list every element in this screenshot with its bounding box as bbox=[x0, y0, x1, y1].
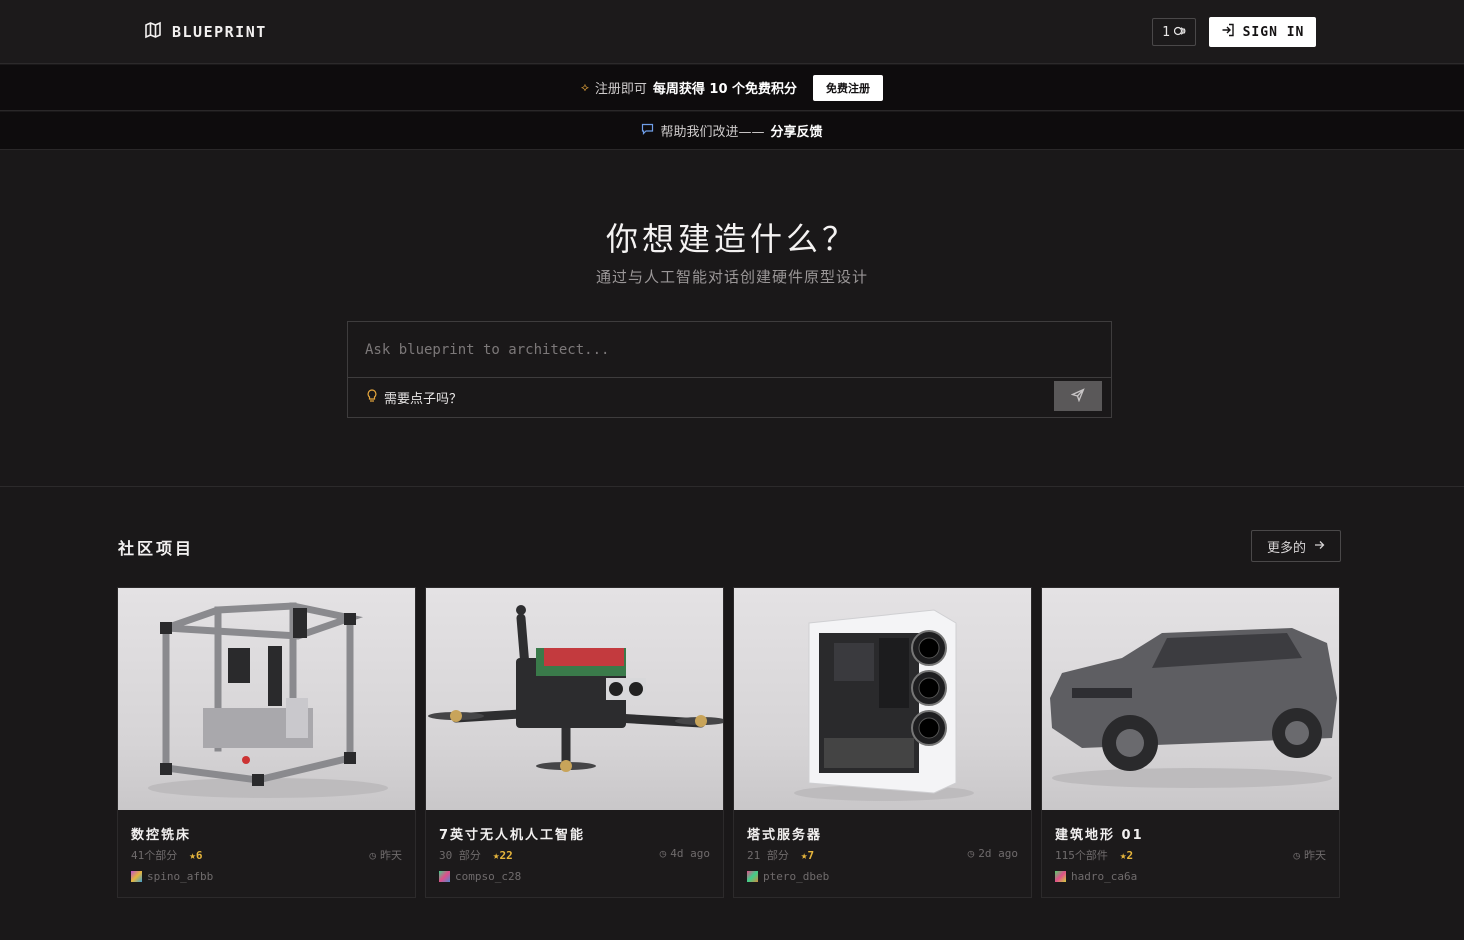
star-count: 6 bbox=[195, 848, 203, 862]
parts-count: 41个部分 bbox=[131, 849, 178, 862]
map-icon bbox=[144, 21, 162, 43]
clock-icon: ◷ bbox=[1293, 848, 1300, 862]
time-text: 昨天 bbox=[1304, 849, 1326, 862]
project-thumbnail bbox=[118, 588, 415, 810]
feedback-text: 帮助我们改进—— bbox=[660, 125, 765, 140]
star-count: 7 bbox=[807, 848, 815, 862]
project-card[interactable]: 建筑地形 01 115个部件 ★2 ◷ 昨天 hadro_ca6a bbox=[1041, 587, 1340, 898]
star-count: 2 bbox=[1126, 848, 1134, 862]
card-meta: 30 部分 ★22 bbox=[439, 847, 513, 863]
card-time: ◷ 4d ago bbox=[660, 847, 710, 860]
project-thumbnail bbox=[734, 588, 1031, 810]
hero-subtitle: 通过与人工智能对话创建硬件原型设计 bbox=[595, 268, 868, 286]
project-card[interactable]: 7英寸无人机人工智能 30 部分 ★22 ◷ 4d ago compso_c28 bbox=[425, 587, 724, 898]
card-title: 塔式服务器 bbox=[747, 828, 823, 843]
sparkle-icon: ⟡ bbox=[580, 80, 589, 94]
parts-count: 115个部件 bbox=[1055, 849, 1108, 862]
avatar bbox=[747, 871, 758, 882]
sign-in-label: SIGN IN bbox=[1242, 24, 1305, 40]
parts-count: 30 部分 bbox=[439, 849, 481, 862]
card-author[interactable]: ptero_dbeb bbox=[747, 870, 829, 883]
star-rating: ★2 bbox=[1119, 848, 1134, 862]
message-icon bbox=[641, 123, 654, 139]
project-thumbnail bbox=[426, 588, 723, 810]
clock-icon: ◷ bbox=[369, 848, 376, 862]
card-title: 7英寸无人机人工智能 bbox=[439, 828, 586, 843]
credits-badge[interactable]: 1 bbox=[1152, 18, 1196, 46]
free-signup-button[interactable]: 免费注册 bbox=[813, 74, 884, 101]
top-navbar: BLUEPRINT 1 SIGN IN bbox=[0, 0, 1464, 64]
card-time: ◷ 2d ago bbox=[968, 847, 1018, 860]
author-name: ptero_dbeb bbox=[763, 870, 830, 883]
star-rating: ★6 bbox=[189, 848, 203, 862]
section-divider bbox=[0, 486, 1464, 487]
time-text: 4d ago bbox=[670, 847, 710, 860]
credits-count: 1 bbox=[1162, 24, 1170, 40]
author-name: compso_c28 bbox=[455, 870, 522, 883]
brand-logo[interactable]: BLUEPRINT bbox=[144, 20, 267, 44]
author-name: hadro_ca6a bbox=[1071, 870, 1138, 883]
promo-text: 注册即可 bbox=[594, 82, 647, 97]
card-author[interactable]: hadro_ca6a bbox=[1055, 870, 1137, 883]
more-projects-button[interactable]: 更多的 bbox=[1251, 530, 1341, 562]
sign-in-icon bbox=[1221, 23, 1235, 41]
clock-icon: ◷ bbox=[967, 847, 975, 860]
card-author[interactable]: spino_afbb bbox=[131, 870, 213, 883]
card-meta: 115个部件 ★2 bbox=[1055, 847, 1133, 863]
card-author[interactable]: compso_c28 bbox=[439, 870, 521, 883]
lightbulb-icon bbox=[366, 388, 378, 407]
avatar bbox=[131, 871, 142, 882]
author-name: spino_afbb bbox=[147, 870, 214, 883]
feedback-banner: 帮助我们改进—— 分享反馈 bbox=[0, 112, 1464, 150]
more-label: 更多的 bbox=[1266, 540, 1306, 556]
send-icon bbox=[1070, 387, 1085, 406]
brand-name: BLUEPRINT bbox=[172, 23, 267, 41]
card-meta: 21 部分 ★7 bbox=[747, 847, 814, 863]
send-button[interactable] bbox=[1054, 381, 1102, 411]
avatar bbox=[439, 871, 450, 882]
card-title: 数控铣床 bbox=[131, 828, 192, 843]
project-card[interactable]: 数控铣床 41个部分 ★6 ◷ 昨天 spino_afbb bbox=[117, 587, 416, 898]
parts-count: 21 部分 bbox=[747, 849, 789, 862]
hero-title: 你想建造什么？ bbox=[605, 220, 858, 258]
clock-icon: ◷ bbox=[659, 847, 667, 860]
card-time: ◷ 昨天 bbox=[369, 847, 402, 863]
star-count: 22 bbox=[499, 848, 513, 862]
sign-in-button[interactable]: SIGN IN bbox=[1209, 17, 1316, 47]
promo-highlight: 每周获得 10 个免费积分 bbox=[652, 82, 798, 97]
card-meta: 41个部分 ★6 bbox=[131, 847, 203, 863]
project-card[interactable]: 塔式服务器 21 部分 ★7 ◷ 2d ago ptero_dbeb bbox=[733, 587, 1032, 898]
arrow-right-icon bbox=[1314, 539, 1325, 554]
card-title: 建筑地形 01 bbox=[1055, 828, 1144, 843]
project-thumbnail bbox=[1042, 588, 1339, 810]
community-title: 社区项目 bbox=[118, 539, 195, 558]
avatar bbox=[1055, 871, 1066, 882]
prompt-box: 需要点子吗？ bbox=[347, 321, 1112, 418]
coins-icon bbox=[1173, 25, 1186, 40]
star-rating: ★22 bbox=[492, 848, 513, 862]
star-rating: ★7 bbox=[800, 848, 815, 862]
share-feedback-link[interactable]: 分享反馈 bbox=[771, 121, 823, 140]
card-time: ◷ 昨天 bbox=[1293, 847, 1326, 863]
time-text: 昨天 bbox=[380, 849, 402, 862]
ideas-button[interactable]: 需要点子吗？ bbox=[366, 388, 462, 407]
time-text: 2d ago bbox=[978, 847, 1018, 860]
prompt-input[interactable] bbox=[348, 322, 1111, 378]
promo-banner: ⟡ 注册即可 每周获得 10 个免费积分 免费注册 bbox=[0, 65, 1464, 111]
ideas-label: 需要点子吗？ bbox=[384, 392, 463, 407]
